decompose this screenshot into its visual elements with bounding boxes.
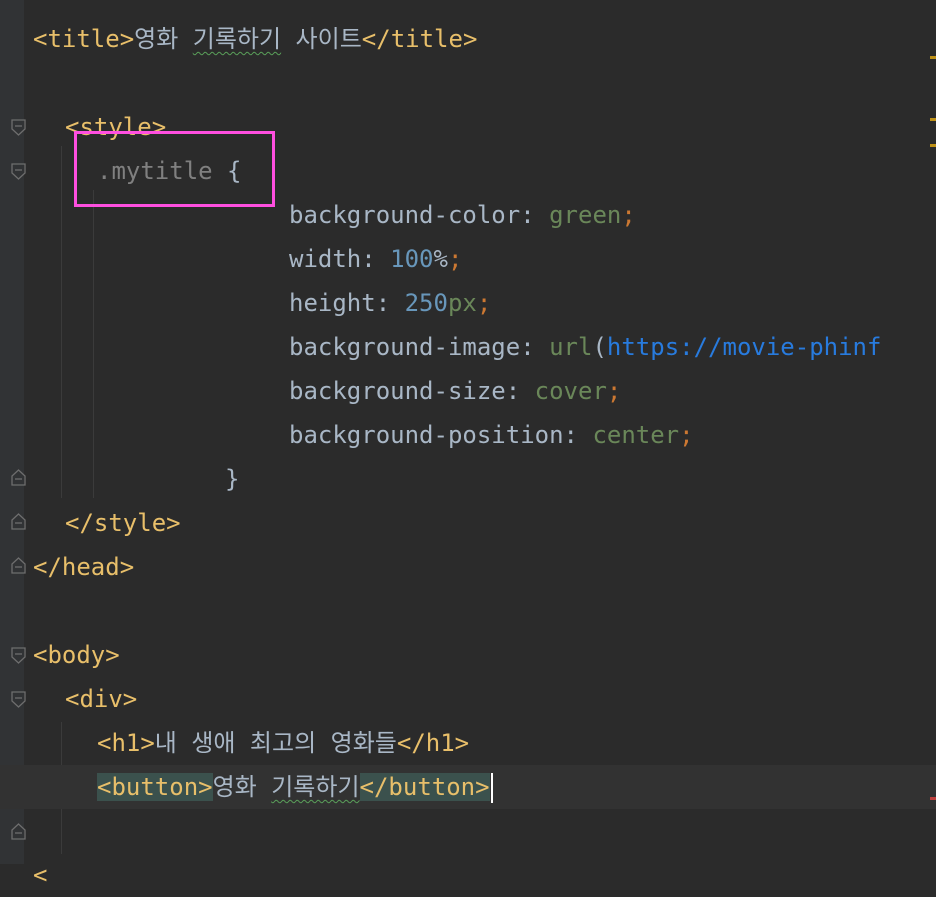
html-tag: </h1> bbox=[396, 729, 470, 757]
code-text: } bbox=[225, 465, 240, 493]
text-caret bbox=[490, 773, 493, 803]
scrollbar-warning-marker bbox=[930, 118, 936, 121]
fold-open-icon[interactable] bbox=[10, 163, 27, 180]
code-line-9[interactable]: background-size: cover; bbox=[0, 369, 936, 413]
html-tag: <body> bbox=[33, 641, 120, 669]
html-tag: <title> bbox=[33, 25, 135, 53]
css-value: center bbox=[592, 421, 680, 449]
fold-open-icon[interactable] bbox=[10, 647, 27, 664]
punctuation: ; bbox=[606, 377, 622, 405]
html-tag: </style> bbox=[65, 509, 181, 537]
fold-open-icon[interactable] bbox=[10, 691, 27, 708]
code-line-10[interactable]: background-position: center; bbox=[0, 413, 936, 457]
code-line-17[interactable]: <h1>내 생애 최고의 영화들</h1> bbox=[0, 721, 936, 765]
fold-close-icon[interactable] bbox=[10, 823, 27, 840]
misspelled-word: 기록하기 bbox=[192, 25, 282, 53]
punctuation: ; bbox=[476, 289, 492, 317]
fold-close-icon[interactable] bbox=[10, 513, 27, 530]
misspelled-word: 기록하기 bbox=[271, 773, 360, 801]
code-text: background-size: bbox=[289, 377, 535, 405]
code-line-15[interactable]: <body> bbox=[0, 633, 936, 677]
code-line-1[interactable]: <title>영화 기록하기 사이트</title> bbox=[0, 17, 936, 61]
html-tag: < bbox=[33, 861, 48, 889]
code-text: background-color: bbox=[289, 201, 550, 229]
html-tag: </head> bbox=[33, 553, 135, 581]
fold-close-icon[interactable] bbox=[10, 469, 27, 486]
scrollbar-error-marker bbox=[930, 797, 936, 800]
code-text: % bbox=[433, 245, 448, 273]
annotation-highlight-box bbox=[74, 131, 275, 207]
fold-close-icon[interactable] bbox=[10, 557, 27, 574]
css-value: green bbox=[549, 201, 622, 229]
code-text: background-position: bbox=[289, 421, 593, 449]
html-tag: <div> bbox=[65, 685, 138, 713]
code-line-2[interactable] bbox=[0, 61, 936, 105]
code-text: height: bbox=[289, 289, 405, 317]
code-line-19[interactable] bbox=[0, 809, 936, 853]
css-value: cover bbox=[534, 377, 607, 405]
html-tag-matched: </button> bbox=[359, 773, 490, 801]
code-area[interactable]: <title>영화 기록하기 사이트</title> <style> .myti… bbox=[0, 0, 936, 889]
punctuation: ; bbox=[447, 245, 463, 273]
code-line-18-current[interactable]: <button>영화 기록하기</button> bbox=[0, 765, 936, 809]
scrollbar-warning-marker bbox=[930, 56, 936, 59]
code-text: 영화 bbox=[134, 25, 193, 53]
code-text: background-image: bbox=[289, 333, 550, 361]
code-line-12[interactable]: </style> bbox=[0, 501, 936, 545]
html-tag: </title> bbox=[361, 25, 478, 53]
code-text: width: bbox=[289, 245, 391, 273]
html-tag: <h1> bbox=[97, 729, 155, 757]
code-text: 내 생애 최고의 영화들 bbox=[154, 729, 397, 757]
fold-open-icon[interactable] bbox=[10, 119, 27, 136]
punctuation: ; bbox=[621, 201, 636, 229]
code-line-16[interactable]: <div> bbox=[0, 677, 936, 721]
css-value: url bbox=[549, 333, 593, 361]
code-text: 영화 bbox=[212, 773, 272, 801]
html-tag-matched: <button> bbox=[97, 773, 213, 801]
code-line-7[interactable]: height: 250px; bbox=[0, 281, 936, 325]
code-text: 사이트 bbox=[281, 25, 362, 53]
punctuation: ; bbox=[679, 421, 694, 449]
url-text: https://movie-phinf bbox=[606, 333, 882, 361]
code-line-8[interactable]: background-image: url(https://movie-phin… bbox=[0, 325, 936, 369]
code-line-6[interactable]: width: 100%; bbox=[0, 237, 936, 281]
scrollbar-warning-marker bbox=[930, 144, 936, 147]
code-line-13[interactable]: </head> bbox=[0, 545, 936, 589]
number: 100 bbox=[390, 245, 434, 273]
code-line-11[interactable]: } bbox=[0, 457, 936, 501]
css-value: px bbox=[447, 289, 477, 317]
code-text: ( bbox=[592, 333, 607, 361]
code-line-14[interactable] bbox=[0, 589, 936, 633]
number: 250 bbox=[404, 289, 448, 317]
code-line-20[interactable]: < bbox=[0, 853, 936, 897]
